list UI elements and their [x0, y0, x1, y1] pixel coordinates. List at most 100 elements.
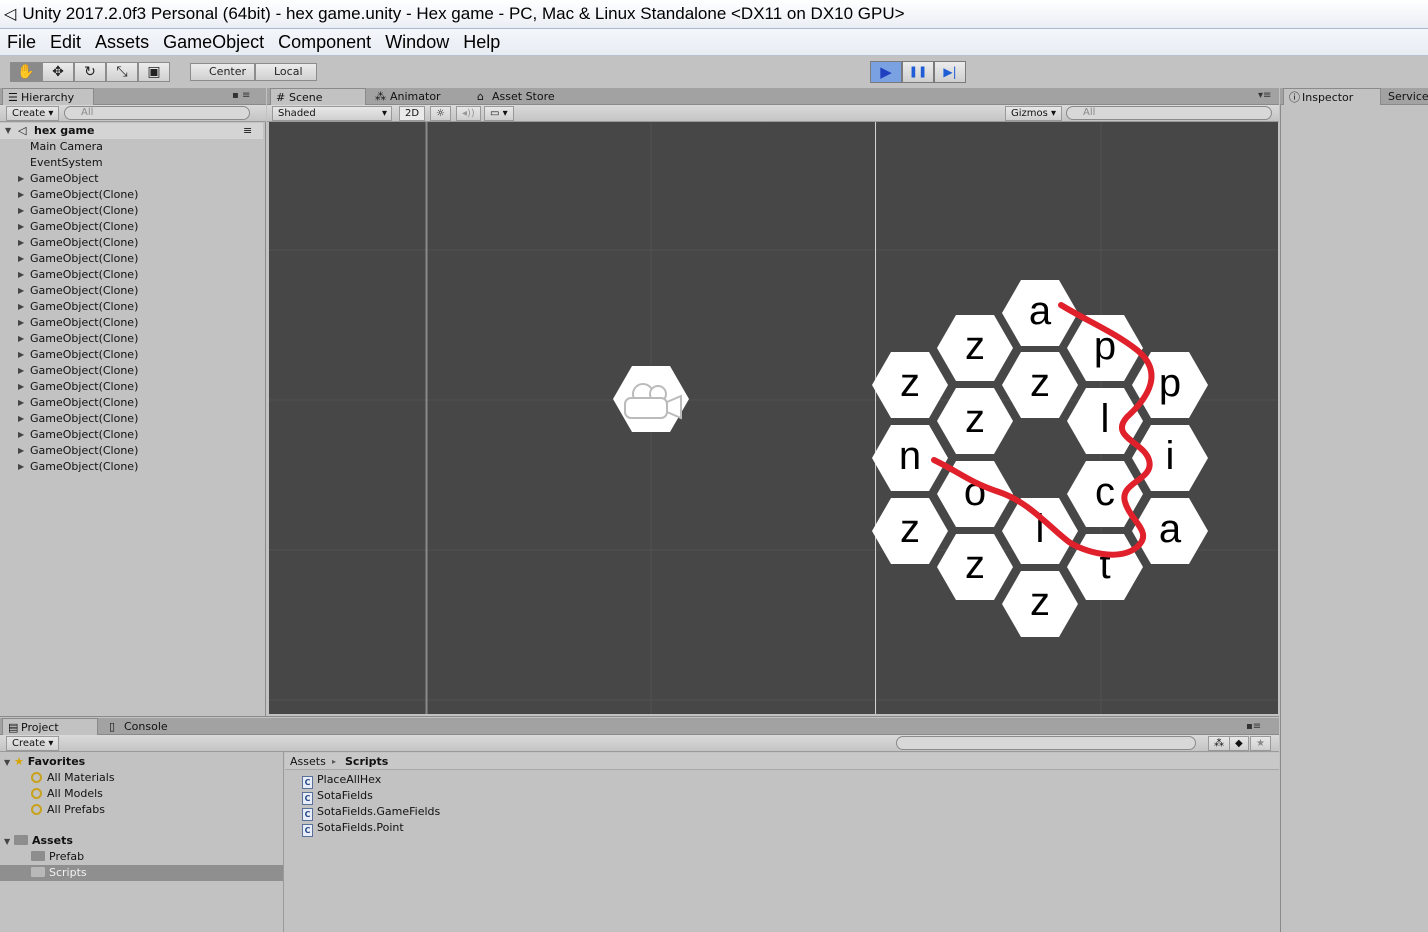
expand-arrow-icon[interactable]: ▶ [18, 315, 24, 331]
expand-arrow-icon[interactable]: ▼ [4, 837, 10, 846]
tab-hierarchy[interactable]: ☰ Hierarchy [2, 88, 94, 105]
tab-asset-store[interactable]: ⌂ Asset Store [474, 88, 584, 105]
hierarchy-item[interactable]: ▶ GameObject(Clone) [0, 443, 263, 459]
hierarchy-item[interactable]: ▶ GameObject(Clone) [0, 363, 263, 379]
scene-root-row[interactable]: ▼ ◁ hex game ≡ [0, 123, 263, 139]
expand-arrow-icon[interactable]: ▶ [18, 411, 24, 427]
audio-toggle[interactable]: ◂)) [456, 106, 481, 121]
hand-tool-button[interactable]: ✋ [10, 62, 42, 82]
play-button[interactable]: ▶ [870, 61, 902, 83]
assets-header[interactable]: ▼ Assets [4, 833, 73, 850]
expand-arrow-icon[interactable]: ▶ [18, 395, 24, 411]
lighting-toggle[interactable]: ☼ [430, 106, 451, 121]
pause-button[interactable]: ❚❚ [902, 61, 934, 83]
scene-menu-icon[interactable]: ≡ [243, 123, 252, 139]
expand-arrow-icon[interactable]: ▶ [18, 283, 24, 299]
expand-arrow-icon[interactable]: ▶ [18, 459, 24, 475]
hierarchy-item[interactable]: ▶ GameObject(Clone) [0, 251, 263, 267]
expand-arrow-icon[interactable]: ▶ [18, 187, 24, 203]
menu-help[interactable]: Help [463, 32, 500, 53]
expand-arrow-icon[interactable]: ▶ [18, 331, 24, 347]
hierarchy-create-button[interactable]: Create ▾ [6, 106, 60, 121]
favorite-item[interactable]: All Materials [31, 770, 115, 786]
script-file[interactable]: C PlaceAllHex [302, 772, 381, 789]
scene-view[interactable]: a z p z z p z l n i o c z l a z t z [269, 122, 1278, 714]
project-search-input[interactable] [896, 736, 1196, 750]
shading-mode-dropdown[interactable]: Shaded ▾ [272, 106, 392, 121]
hierarchy-item[interactable]: ▶ GameObject(Clone) [0, 235, 263, 251]
tab-inspector[interactable]: ⓘ Inspector [1283, 88, 1381, 105]
hierarchy-item[interactable]: Main Camera [0, 139, 263, 155]
scene-panel-menu-icon[interactable]: ▾≡ [1258, 90, 1271, 101]
hierarchy-item[interactable]: ▶ GameObject(Clone) [0, 331, 263, 347]
step-button[interactable]: ▶| [934, 61, 966, 83]
script-file[interactable]: C SotaFields.Point [302, 820, 404, 837]
menu-assets[interactable]: Assets [95, 32, 149, 53]
project-menu-icon[interactable]: ▪≡ [1246, 721, 1261, 732]
tab-project[interactable]: ▤ Project [2, 718, 98, 735]
move-tool-button[interactable]: ✥ [42, 62, 74, 82]
menu-gameobject[interactable]: GameObject [163, 32, 264, 53]
hierarchy-item[interactable]: EventSystem [0, 155, 263, 171]
scene-search-input[interactable]: All [1066, 106, 1272, 120]
filter-label-button[interactable]: ◆ [1229, 736, 1249, 751]
hierarchy-item[interactable]: ▶ GameObject(Clone) [0, 283, 263, 299]
expand-arrow-icon[interactable]: ▶ [18, 443, 24, 459]
favorite-button[interactable]: ★ [1250, 736, 1271, 751]
favorite-item[interactable]: All Models [31, 786, 103, 802]
expand-arrow-icon[interactable]: ▶ [18, 251, 24, 267]
breadcrumb-item[interactable]: Scripts [345, 754, 388, 770]
expand-arrow-icon[interactable]: ▶ [18, 347, 24, 363]
hierarchy-item[interactable]: ▶ GameObject(Clone) [0, 395, 263, 411]
hierarchy-item[interactable]: ▶ GameObject(Clone) [0, 379, 263, 395]
pivot-center-toggle[interactable]: Center [190, 63, 255, 81]
expand-arrow-icon[interactable]: ▶ [18, 171, 24, 187]
hierarchy-item[interactable]: ▶ GameObject(Clone) [0, 299, 263, 315]
effects-dropdown[interactable]: ▭ ▾ [484, 106, 514, 121]
hierarchy-item[interactable]: ▶ GameObject(Clone) [0, 219, 263, 235]
hierarchy-item[interactable]: ▶ GameObject(Clone) [0, 427, 263, 443]
toggle-2d-button[interactable]: 2D [399, 106, 426, 121]
scale-tool-button[interactable]: ⤡ [106, 62, 138, 82]
script-file[interactable]: C SotaFields.GameFields [302, 804, 440, 821]
tab-scene[interactable]: # Scene [270, 88, 366, 105]
menu-window[interactable]: Window [385, 32, 449, 53]
hierarchy-item[interactable]: ▶ GameObject(Clone) [0, 315, 263, 331]
expand-arrow-icon[interactable]: ▶ [18, 267, 24, 283]
expand-arrow-icon[interactable]: ▶ [18, 363, 24, 379]
expand-arrow-icon[interactable]: ▶ [18, 379, 24, 395]
expand-arrow-icon[interactable]: ▶ [18, 299, 24, 315]
hierarchy-item[interactable]: ▶ GameObject [0, 171, 263, 187]
tab-animator[interactable]: ⁂ Animator [372, 88, 472, 105]
hierarchy-item[interactable]: ▶ GameObject(Clone) [0, 459, 263, 475]
script-file[interactable]: C SotaFields [302, 788, 373, 805]
hierarchy-item[interactable]: ▶ GameObject(Clone) [0, 203, 263, 219]
expand-arrow-icon[interactable]: ▼ [5, 123, 11, 139]
favorite-item[interactable]: All Prefabs [31, 802, 105, 818]
expand-arrow-icon[interactable]: ▶ [18, 203, 24, 219]
favorites-header[interactable]: ▼ ★ Favorites [4, 754, 85, 771]
pivot-space-toggle[interactable]: Local [255, 63, 317, 81]
menu-edit[interactable]: Edit [50, 32, 81, 53]
rect-tool-button[interactable]: ▣ [138, 62, 170, 82]
menu-file[interactable]: File [7, 32, 36, 53]
hierarchy-item[interactable]: ▶ GameObject(Clone) [0, 267, 263, 283]
folder-item[interactable]: Scripts [31, 865, 87, 881]
tab-console[interactable]: ▯ Console [106, 718, 196, 735]
hierarchy-search-input[interactable]: All [64, 106, 250, 120]
expand-arrow-icon[interactable]: ▶ [18, 219, 24, 235]
hierarchy-item[interactable]: ▶ GameObject(Clone) [0, 187, 263, 203]
expand-arrow-icon[interactable]: ▼ [4, 758, 10, 767]
gizmos-dropdown[interactable]: Gizmos ▾ [1005, 106, 1063, 121]
expand-arrow-icon[interactable]: ▶ [18, 235, 24, 251]
breadcrumb-item[interactable]: Assets [290, 754, 326, 770]
hierarchy-item[interactable]: ▶ GameObject(Clone) [0, 347, 263, 363]
tab-services[interactable]: Services [1384, 88, 1428, 105]
lock-icon[interactable]: ▪ ≡ [232, 90, 250, 101]
expand-arrow-icon[interactable]: ▶ [18, 427, 24, 443]
menu-component[interactable]: Component [278, 32, 371, 53]
rotate-tool-button[interactable]: ↻ [74, 62, 106, 82]
folder-item[interactable]: Prefab [31, 849, 84, 865]
hierarchy-item[interactable]: ▶ GameObject(Clone) [0, 411, 263, 427]
filter-type-button[interactable]: ⁂ [1208, 736, 1230, 751]
